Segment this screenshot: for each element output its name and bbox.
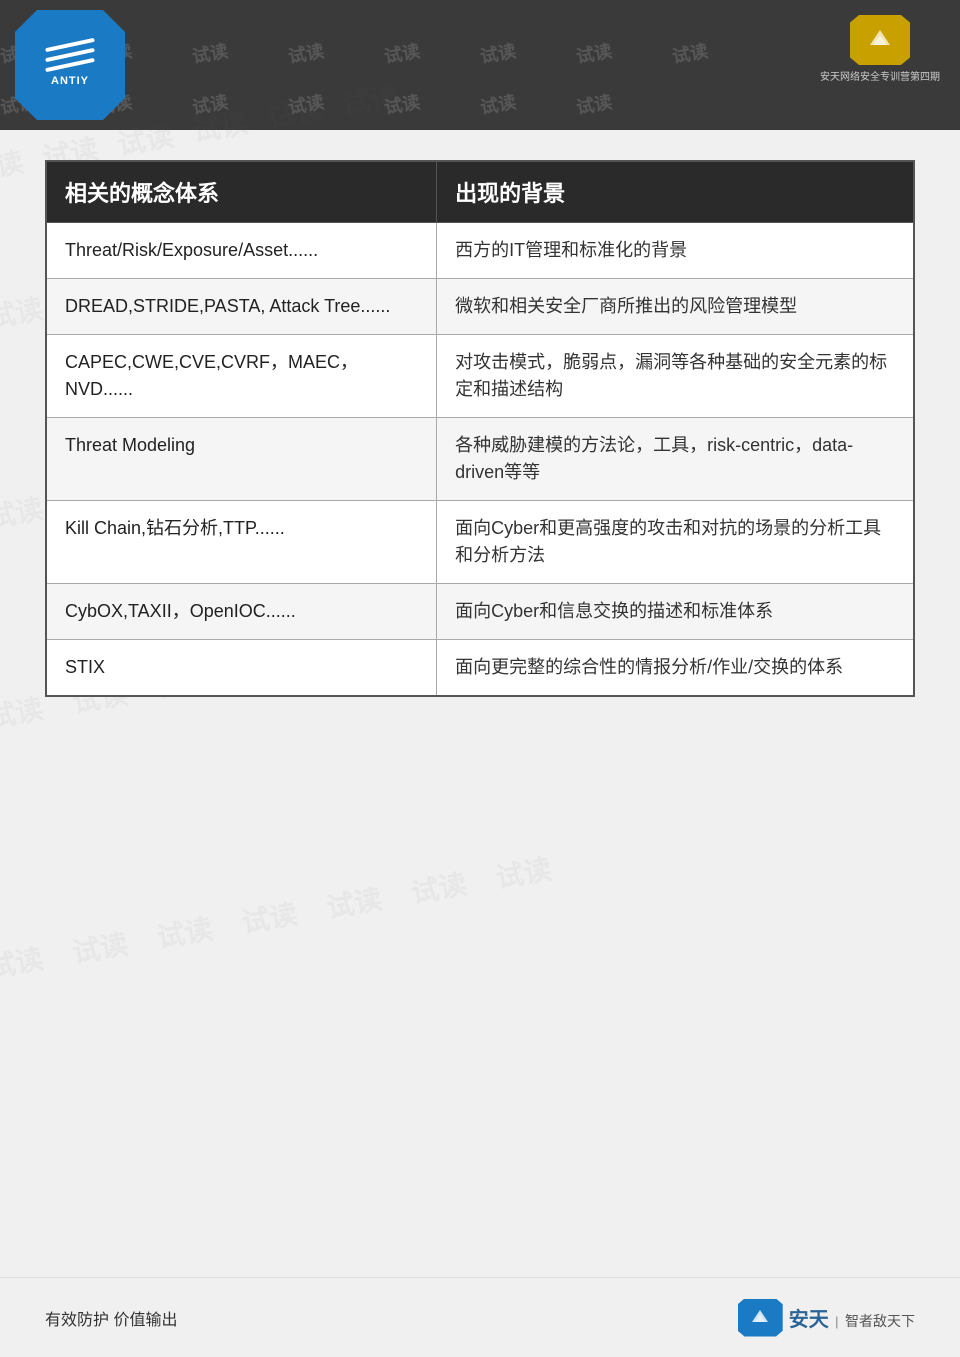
brand-label: 安天网络安全专训营第四期 [820, 68, 940, 83]
table-row-col2-3: 各种威胁建模的方法论，工具，risk-centric，data-driven等等 [437, 418, 914, 501]
header-watermark: 试读 试读 试读 试读 试读 试读 试读 试读 试读 试读 试读 试读 试读 试… [0, 0, 960, 130]
table-row-col2-2: 对攻击模式，脆弱点，漏洞等各种基础的安全元素的标定和描述结构 [437, 335, 914, 418]
col2-header: 出现的背景 [437, 161, 914, 223]
table-row-1: DREAD,STRIDE,PASTA, Attack Tree......微软和… [46, 279, 914, 335]
table-row-2: CAPEC,CWE,CVE,CVRF，MAEC，NVD......对攻击模式，脆… [46, 335, 914, 418]
header-right-brand: 安天网络安全专训营第四期 [820, 15, 940, 83]
table-row-col2-0: 西方的IT管理和标准化的背景 [437, 223, 914, 279]
table-row-4: Kill Chain,钻石分析,TTP......面向Cyber和更高强度的攻击… [46, 501, 914, 584]
table-row-col1-1: DREAD,STRIDE,PASTA, Attack Tree...... [46, 279, 437, 335]
footer-logo-icon [738, 1299, 783, 1337]
footer-slogan: 有效防护 价值输出 [45, 1306, 177, 1330]
table-row-col2-6: 面向更完整的综合性的情报分析/作业/交换的体系 [437, 640, 914, 697]
main-content: 相关的概念体系 出现的背景 Threat/Risk/Exposure/Asset… [0, 130, 960, 727]
table-row-col2-1: 微软和相关安全厂商所推出的风险管理模型 [437, 279, 914, 335]
footer-brand-name: 安天 [789, 1309, 829, 1331]
table-row-col1-0: Threat/Risk/Exposure/Asset...... [46, 223, 437, 279]
antiy-logo: ANTIY [15, 10, 125, 120]
logo-lines [45, 43, 95, 67]
col1-header: 相关的概念体系 [46, 161, 437, 223]
antiy-text: ANTIY [51, 75, 89, 87]
table-row-5: CybOX,TAXII，OpenIOC......面向Cyber和信息交换的描述… [46, 584, 914, 640]
footer: 有效防护 价值输出 安天 | 智者敌天下 [0, 1277, 960, 1357]
table-row-3: Threat Modeling各种威胁建模的方法论，工具，risk-centri… [46, 418, 914, 501]
footer-brand: 安天 | 智者敌天下 [789, 1303, 915, 1332]
table-row-col2-5: 面向Cyber和信息交换的描述和标准体系 [437, 584, 914, 640]
table-row-6: STIX面向更完整的综合性的情报分析/作业/交换的体系 [46, 640, 914, 697]
table-row-col1-5: CybOX,TAXII，OpenIOC...... [46, 584, 437, 640]
table-row-col1-6: STIX [46, 640, 437, 697]
table-row-col2-4: 面向Cyber和更高强度的攻击和对抗的场景的分析工具和分析方法 [437, 501, 914, 584]
brand-icon [850, 15, 910, 65]
table-row-0: Threat/Risk/Exposure/Asset......西方的IT管理和… [46, 223, 914, 279]
footer-right: 安天 | 智者敌天下 [738, 1299, 915, 1337]
table-row-col1-3: Threat Modeling [46, 418, 437, 501]
table-row-col1-2: CAPEC,CWE,CVE,CVRF，MAEC，NVD...... [46, 335, 437, 418]
concept-table: 相关的概念体系 出现的背景 Threat/Risk/Exposure/Asset… [45, 160, 915, 697]
table-row-col1-4: Kill Chain,钻石分析,TTP...... [46, 501, 437, 584]
header: 试读 试读 试读 试读 试读 试读 试读 试读 试读 试读 试读 试读 试读 试… [0, 0, 960, 130]
footer-brand-sub: 智者敌天下 [845, 1313, 915, 1329]
